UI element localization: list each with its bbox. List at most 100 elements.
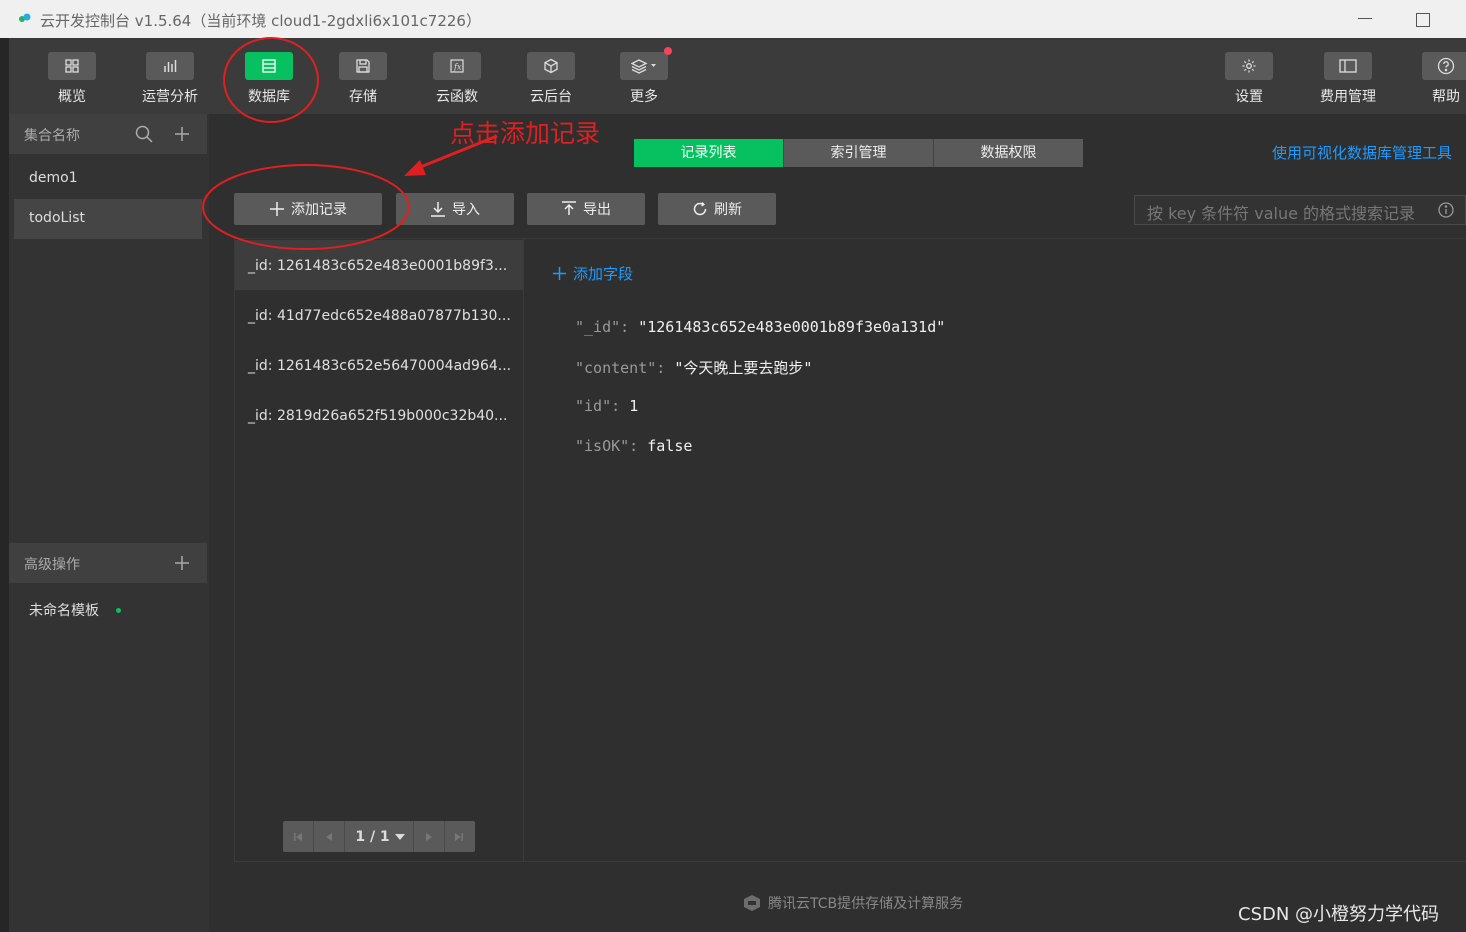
floppy-icon [356, 59, 370, 73]
toolbar-cloud-backend-label: 云后台 [530, 89, 572, 105]
template-item[interactable]: 未命名模板 [14, 589, 202, 629]
toolbar-storage[interactable]: 存储 [323, 52, 403, 106]
field-value: "今天晚上要去跑步" [674, 359, 813, 377]
app-logo-icon [19, 13, 31, 22]
next-page-button[interactable] [413, 821, 445, 852]
collections-header-label: 集合名称 [24, 128, 80, 144]
function-icon: fx [450, 59, 464, 73]
field-key: "id": [575, 397, 621, 415]
page-indicator-label: 1 / 1 [355, 828, 390, 845]
minimize-button[interactable] [1358, 18, 1372, 19]
record-list: _id: 1261483c652e483e0001b89f3... _id: 4… [234, 238, 524, 862]
toolbar-help-label: 帮助 [1432, 89, 1460, 105]
collections-sidebar: 集合名称 demo1 todoList 高级操作 未命名模板 [9, 114, 209, 932]
collection-item-todolist[interactable]: todoList [14, 199, 202, 239]
toolbar-overview-label: 概览 [58, 89, 86, 105]
tencent-cloud-logo-icon [744, 895, 760, 911]
template-item-label: 未命名模板 [29, 603, 99, 619]
record-field-num-id[interactable]: "id": 1 [575, 397, 638, 415]
field-key: "isOK": [575, 437, 639, 455]
download-icon [431, 202, 445, 217]
toolbar-more-label: 更多 [630, 89, 658, 105]
database-icon [262, 59, 276, 73]
toolbar-analytics-label: 运营分析 [142, 89, 198, 105]
prev-page-icon [326, 832, 332, 841]
add-record-button[interactable]: 添加记录 [234, 193, 382, 225]
add-field-button[interactable]: 添加字段 [552, 263, 633, 284]
toolbar-billing-label: 费用管理 [1320, 89, 1376, 105]
export-button[interactable]: 导出 [527, 193, 645, 225]
add-field-label: 添加字段 [573, 265, 634, 283]
annotation-text: 点击添加记录 [450, 119, 601, 148]
search-icon[interactable] [135, 125, 153, 143]
record-search-input[interactable]: 按 key 条件符 value 的格式搜索记录 [1134, 195, 1466, 225]
import-label: 导入 [452, 202, 480, 218]
billing-icon [1339, 59, 1357, 73]
add-collection-icon[interactable] [174, 126, 190, 142]
advanced-ops-header-label: 高级操作 [24, 557, 80, 573]
record-field-isok[interactable]: "isOK": false [575, 437, 692, 455]
help-icon [1437, 57, 1455, 75]
toolbar-storage-label: 存储 [349, 89, 377, 105]
record-item[interactable]: _id: 1261483c652e56470004ad964... [235, 340, 523, 390]
toolbar-cloud-backend[interactable]: 云后台 [511, 52, 591, 106]
advanced-ops-header: 高级操作 [9, 543, 207, 583]
bar-chart-icon [164, 60, 177, 72]
watermark: CSDN @小橙努力学代码 [1238, 904, 1440, 925]
prev-page-button[interactable] [314, 821, 345, 852]
annotation-arrow-head [404, 160, 426, 176]
svg-text:fx: fx [453, 63, 462, 72]
toolbar-functions-label: 云函数 [436, 89, 478, 105]
window-titlebar: 云开发控制台 v1.5.64（当前环境 cloud1-2gdxli6x101c7… [0, 0, 1466, 38]
tab-records[interactable]: 记录列表 [634, 139, 784, 167]
toolbar-functions[interactable]: fx 云函数 [417, 52, 497, 106]
record-pager: 1 / 1 [283, 821, 475, 852]
record-item[interactable]: _id: 2819d26a652f519b000c32b40... [235, 390, 523, 440]
field-value: 1 [629, 397, 639, 415]
tab-indexes[interactable]: 索引管理 [784, 139, 934, 167]
last-page-icon [455, 832, 463, 841]
toolbar-more[interactable]: 更多 [604, 47, 684, 106]
record-item[interactable]: _id: 1261483c652e483e0001b89f3... [235, 240, 523, 290]
field-value: false [647, 437, 693, 455]
record-field-content[interactable]: "content": "今天晚上要去跑步" [575, 357, 812, 378]
record-item-label: _id: 41d77edc652e488a07877b130... [248, 308, 511, 324]
toolbar-database[interactable]: 数据库 [229, 52, 309, 106]
record-item[interactable]: _id: 41d77edc652e488a07877b130... [235, 290, 523, 340]
chevron-down-icon [394, 833, 405, 840]
last-page-button[interactable] [444, 821, 474, 852]
import-button[interactable]: 导入 [396, 193, 514, 225]
tab-permissions[interactable]: 数据权限 [934, 139, 1083, 167]
toolbar-analytics[interactable]: 运营分析 [130, 52, 210, 106]
footer: 腾讯云TCB提供存储及计算服务 [742, 893, 963, 913]
record-field-id[interactable]: "_id": "1261483c652e483e0001b89f3e0a131d… [575, 318, 945, 336]
record-item-label: _id: 2819d26a652f519b000c32b40... [248, 408, 508, 424]
next-page-icon [426, 832, 432, 841]
visual-tool-link[interactable]: 使用可视化数据库管理工具 [1272, 142, 1452, 163]
main-toolbar: 概览 运营分析 数据库 存储 fx 云函数 云后台 更多 设置 费用管理 帮助 [9, 38, 1466, 114]
record-item-label: _id: 1261483c652e483e0001b89f3... [248, 258, 508, 274]
toolbar-overview[interactable]: 概览 [32, 52, 112, 106]
toolbar-settings[interactable]: 设置 [1209, 52, 1289, 106]
notification-dot [664, 47, 672, 55]
refresh-button[interactable]: 刷新 [658, 193, 776, 225]
footer-text: 腾讯云TCB提供存储及计算服务 [768, 896, 964, 912]
refresh-label: 刷新 [714, 202, 742, 218]
toolbar-help[interactable]: 帮助 [1406, 52, 1466, 106]
field-key: "_id": [575, 318, 630, 336]
export-label: 导出 [583, 202, 611, 218]
info-icon[interactable] [1438, 202, 1454, 218]
collection-item-demo1[interactable]: demo1 [14, 159, 202, 199]
cube-icon [544, 58, 558, 74]
grid-icon [65, 59, 79, 73]
toolbar-billing[interactable]: 费用管理 [1308, 52, 1388, 106]
first-page-icon [294, 832, 302, 841]
add-template-icon[interactable] [174, 555, 190, 571]
collections-header: 集合名称 [9, 114, 207, 154]
maximize-button[interactable] [1416, 13, 1430, 27]
status-dot [116, 608, 121, 613]
toolbar-settings-label: 设置 [1235, 89, 1263, 105]
page-indicator[interactable]: 1 / 1 [353, 821, 407, 852]
layers-icon [631, 59, 656, 74]
first-page-button[interactable] [283, 821, 314, 852]
